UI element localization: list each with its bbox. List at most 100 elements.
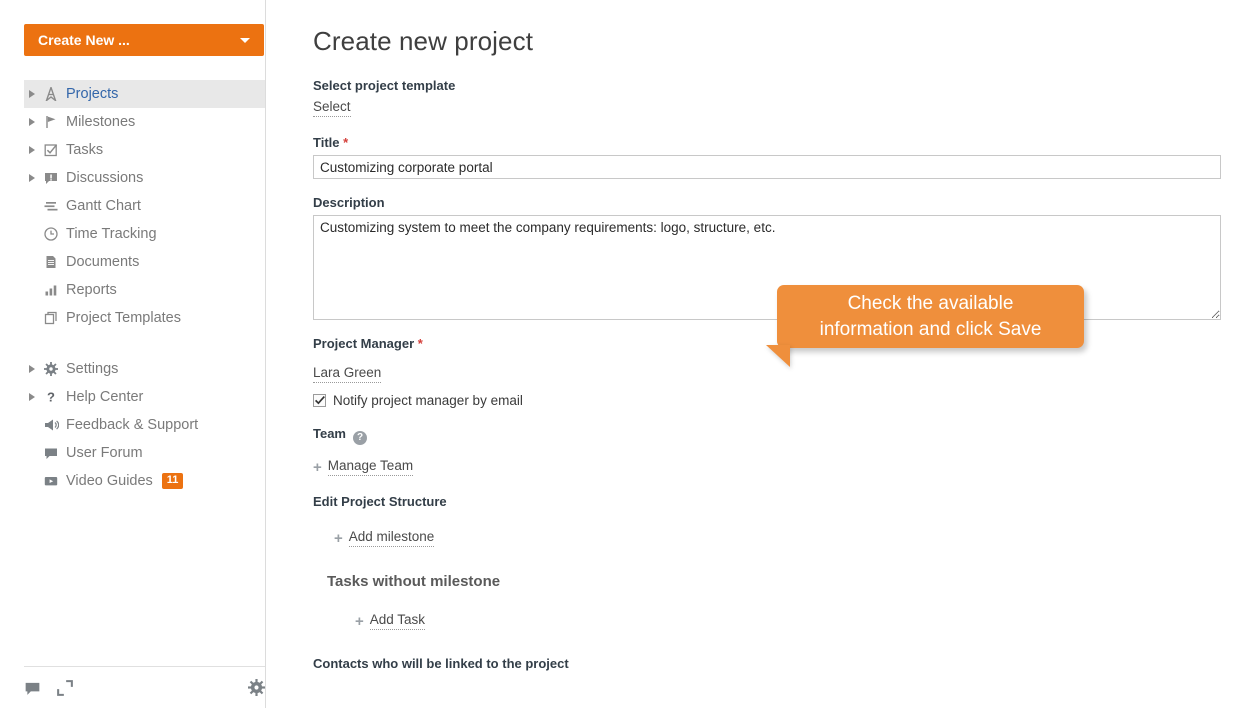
title-section: Title *	[313, 135, 1221, 179]
sidebar-item-feedback-support[interactable]: Feedback & Support	[24, 411, 265, 439]
sidebar-item-documents[interactable]: Documents	[24, 248, 265, 276]
sidebar-item-milestones[interactable]: Milestones	[24, 108, 265, 136]
manage-team-row[interactable]: + Manage Team	[313, 458, 1221, 476]
title-label: Title *	[313, 135, 1221, 150]
sidebar-item-label: Tasks	[66, 142, 104, 158]
add-task-row[interactable]: + Add Task	[355, 612, 1221, 630]
bar-chart-icon	[40, 283, 62, 297]
flag-icon	[40, 115, 62, 129]
gear-icon	[40, 362, 62, 376]
tooltip-text: Check the available information and clic…	[819, 292, 1042, 340]
add-milestone-row[interactable]: + Add milestone	[334, 529, 1221, 547]
expand-arrow-icon[interactable]	[24, 393, 40, 401]
expand-arrow-icon[interactable]	[24, 90, 40, 98]
sidebar-item-tasks[interactable]: Tasks	[24, 136, 265, 164]
chat-bubble-icon	[40, 446, 62, 460]
title-input[interactable]	[313, 155, 1221, 179]
expand-arrow-icon[interactable]	[24, 118, 40, 126]
sidebar-item-discussions[interactable]: Discussions	[24, 164, 265, 192]
chat-bubble-icon[interactable]	[24, 680, 41, 696]
sidebar-item-video-guides[interactable]: Video Guides 11	[24, 467, 265, 495]
sidebar-item-label: Settings	[66, 361, 119, 377]
sidebar-item-project-templates[interactable]: Project Templates	[24, 304, 265, 332]
sidebar-item-label: User Forum	[66, 445, 143, 461]
sidebar-item-time-tracking[interactable]: Time Tracking	[24, 220, 265, 248]
notify-checkbox-label: Notify project manager by email	[333, 393, 523, 408]
structure-label: Edit Project Structure	[313, 494, 447, 509]
video-icon	[40, 474, 62, 488]
copy-icon	[40, 311, 62, 325]
checkbox-task-icon	[40, 143, 62, 157]
tooltip-tail	[766, 345, 790, 367]
discussion-icon	[40, 171, 62, 185]
team-label: Team?	[313, 426, 1221, 445]
description-section: Description	[313, 195, 1221, 320]
notify-checkbox[interactable]	[313, 394, 326, 407]
project-manager-label-text: Project Manager	[313, 336, 415, 351]
add-task-link[interactable]: Add Task	[369, 612, 426, 630]
main-content: Create new project Select project templa…	[266, 0, 1240, 708]
template-label: Select project template	[313, 78, 456, 93]
sidebar-item-gantt-chart[interactable]: Gantt Chart	[24, 192, 265, 220]
sidebar-item-label: Help Center	[66, 389, 144, 405]
tooltip-callout: Check the available information and clic…	[766, 285, 1084, 367]
notify-manager-row[interactable]: Notify project manager by email	[313, 393, 1221, 408]
nav-divider-space	[24, 332, 265, 355]
question-icon: ?	[40, 390, 62, 404]
template-section: Select project template Select	[313, 78, 1221, 117]
sidebar-item-label: Gantt Chart	[66, 198, 141, 214]
megaphone-icon	[40, 418, 62, 432]
create-new-label: Create New ...	[38, 32, 130, 48]
plus-icon: +	[355, 612, 364, 630]
document-icon	[40, 255, 62, 269]
contacts-label: Contacts who will be linked to the proje…	[313, 656, 569, 671]
plus-icon: +	[313, 458, 322, 476]
sidebar-item-projects[interactable]: Projects	[24, 80, 265, 108]
sidebar-item-label: Projects	[66, 86, 119, 102]
manage-team-link[interactable]: Manage Team	[327, 458, 414, 476]
svg-text:?: ?	[47, 390, 55, 404]
sidebar-footer	[24, 666, 265, 708]
sidebar-item-help-center[interactable]: ? Help Center	[24, 383, 265, 411]
sidebar-item-label: Reports	[66, 282, 117, 298]
sidebar-item-label: Project Templates	[66, 310, 181, 326]
required-mark: *	[343, 135, 349, 150]
sidebar-item-label: Time Tracking	[66, 226, 157, 242]
sidebar-item-label: Documents	[66, 254, 140, 270]
expand-arrow-icon[interactable]	[24, 146, 40, 154]
team-label-text: Team	[313, 426, 346, 441]
select-template-link[interactable]: Select	[313, 99, 351, 117]
project-manager-value[interactable]: Lara Green	[313, 365, 382, 383]
sidebar-item-label: Discussions	[66, 170, 144, 186]
projects-icon	[40, 87, 62, 101]
app-root: Create New ... Projects Milestones Tasks…	[0, 0, 1240, 708]
description-label: Description	[313, 195, 385, 210]
sidebar-item-label: Milestones	[66, 114, 136, 130]
sidebar-item-settings[interactable]: Settings	[24, 355, 265, 383]
required-mark: *	[417, 336, 423, 351]
sidebar-item-label: Feedback & Support	[66, 417, 199, 433]
video-guides-badge: 11	[161, 473, 184, 489]
sidebar: Create New ... Projects Milestones Tasks…	[0, 0, 266, 708]
team-section: Team? + Manage Team	[313, 426, 1221, 476]
gantt-chart-icon	[40, 199, 62, 213]
title-label-text: Title	[313, 135, 340, 150]
chevron-down-icon	[240, 37, 250, 43]
clock-icon	[40, 227, 62, 241]
description-textarea[interactable]	[313, 215, 1221, 320]
sidebar-nav: Projects Milestones Tasks Discussions Ga…	[24, 80, 265, 495]
structure-section: Edit Project Structure + Add milestone T…	[313, 494, 1221, 630]
expand-icon[interactable]	[57, 679, 73, 696]
sidebar-item-user-forum[interactable]: User Forum	[24, 439, 265, 467]
sidebar-item-label: Video Guides	[66, 473, 153, 489]
expand-arrow-icon[interactable]	[24, 365, 40, 373]
add-milestone-link[interactable]: Add milestone	[348, 529, 435, 547]
page-title: Create new project	[313, 26, 534, 56]
create-new-button[interactable]: Create New ...	[24, 24, 264, 56]
tasks-without-milestone-heading: Tasks without milestone	[327, 573, 501, 590]
plus-icon: +	[334, 529, 343, 547]
expand-arrow-icon[interactable]	[24, 174, 40, 182]
sidebar-item-reports[interactable]: Reports	[24, 276, 265, 304]
question-circle-icon[interactable]: ?	[353, 431, 367, 445]
gear-icon[interactable]	[248, 679, 265, 696]
